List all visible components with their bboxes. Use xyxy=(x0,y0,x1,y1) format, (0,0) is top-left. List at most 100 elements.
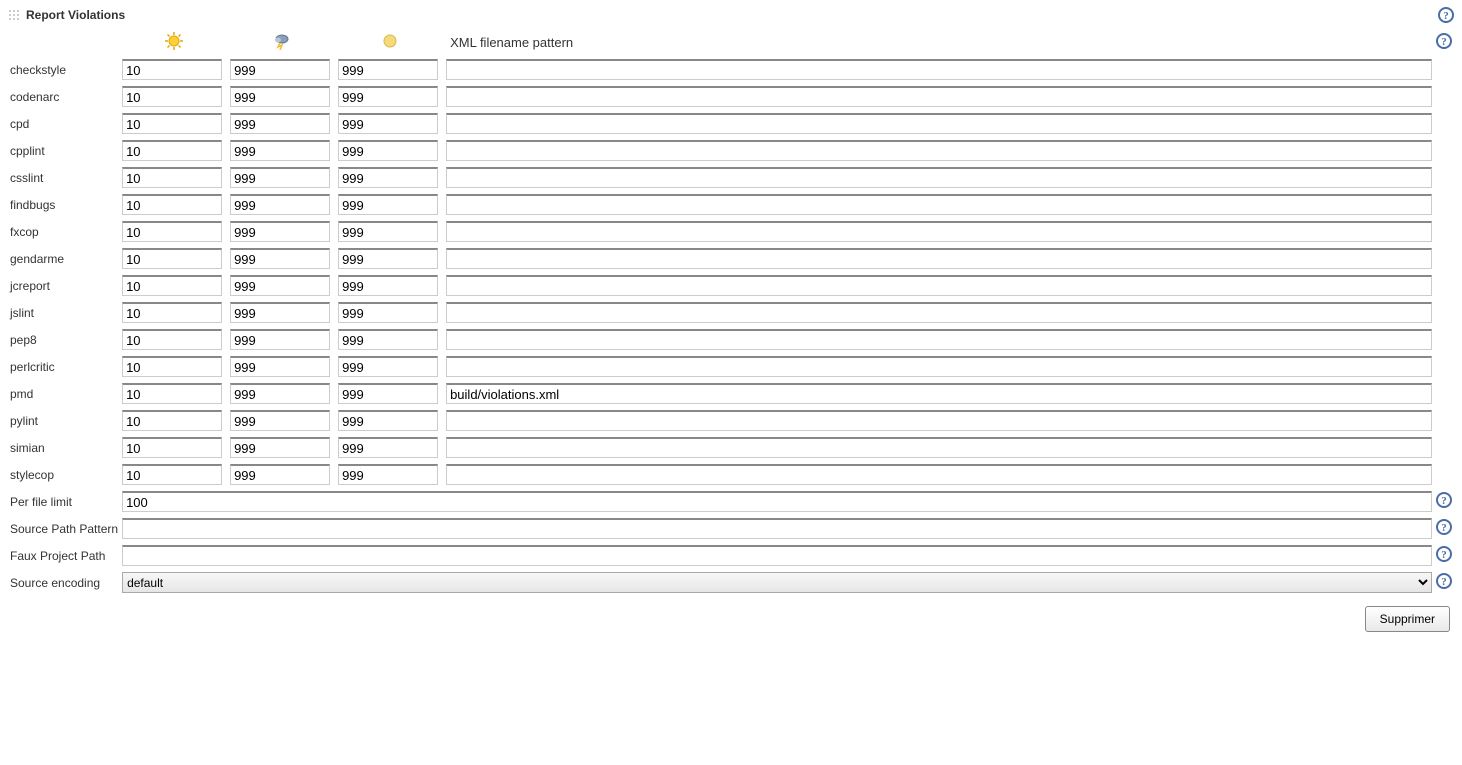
unstable-threshold-input[interactable] xyxy=(338,248,438,269)
unstable-threshold-input[interactable] xyxy=(338,464,438,485)
xml-pattern-input[interactable] xyxy=(446,410,1432,431)
tool-name-label: simian xyxy=(8,434,120,461)
unstable-threshold-input[interactable] xyxy=(338,167,438,188)
sunny-threshold-input[interactable] xyxy=(122,383,222,404)
source-encoding-label: Source encoding xyxy=(8,569,120,596)
stormy-threshold-input[interactable] xyxy=(230,302,330,323)
xml-pattern-input[interactable] xyxy=(446,194,1432,215)
tool-name-label: jcreport xyxy=(8,272,120,299)
xml-pattern-input[interactable] xyxy=(446,248,1432,269)
sunny-threshold-input[interactable] xyxy=(122,356,222,377)
stormy-threshold-input[interactable] xyxy=(230,86,330,107)
xml-pattern-input[interactable] xyxy=(446,86,1432,107)
faux-project-path-input[interactable] xyxy=(122,545,1432,566)
unstable-threshold-input[interactable] xyxy=(338,437,438,458)
sunny-threshold-input[interactable] xyxy=(122,410,222,431)
tool-name-label: checkstyle xyxy=(8,56,120,83)
stormy-threshold-input[interactable] xyxy=(230,410,330,431)
source-path-pattern-input[interactable] xyxy=(122,518,1432,539)
stormy-threshold-input[interactable] xyxy=(230,383,330,404)
stormy-threshold-input[interactable] xyxy=(230,59,330,80)
table-row: pylint xyxy=(8,407,1454,434)
sunny-threshold-input[interactable] xyxy=(122,464,222,485)
source-path-pattern-label: Source Path Pattern xyxy=(8,515,120,542)
help-icon[interactable] xyxy=(1436,546,1452,562)
stormy-threshold-input[interactable] xyxy=(230,248,330,269)
stormy-threshold-input[interactable] xyxy=(230,194,330,215)
unstable-threshold-input[interactable] xyxy=(338,356,438,377)
sunny-threshold-input[interactable] xyxy=(122,140,222,161)
stormy-threshold-input[interactable] xyxy=(230,167,330,188)
unstable-threshold-input[interactable] xyxy=(338,140,438,161)
help-icon[interactable] xyxy=(1436,33,1452,49)
delete-button[interactable]: Supprimer xyxy=(1365,606,1450,632)
xml-pattern-input[interactable] xyxy=(446,356,1432,377)
table-row: jcreport xyxy=(8,272,1454,299)
table-row: csslint xyxy=(8,164,1454,191)
table-row: cpplint xyxy=(8,137,1454,164)
xml-pattern-header: XML filename pattern xyxy=(444,29,1434,56)
stormy-threshold-input[interactable] xyxy=(230,221,330,242)
stormy-threshold-input[interactable] xyxy=(230,275,330,296)
sunny-threshold-input[interactable] xyxy=(122,437,222,458)
xml-pattern-input[interactable] xyxy=(446,437,1432,458)
stormy-threshold-input[interactable] xyxy=(230,329,330,350)
stormy-threshold-input[interactable] xyxy=(230,437,330,458)
tool-name-label: jslint xyxy=(8,299,120,326)
sunny-threshold-input[interactable] xyxy=(122,302,222,323)
table-row: checkstyle xyxy=(8,56,1454,83)
unstable-threshold-input[interactable] xyxy=(338,221,438,242)
sunny-threshold-input[interactable] xyxy=(122,167,222,188)
table-row: findbugs xyxy=(8,191,1454,218)
unstable-threshold-input[interactable] xyxy=(338,410,438,431)
xml-pattern-input[interactable] xyxy=(446,113,1432,134)
xml-pattern-input[interactable] xyxy=(446,302,1432,323)
sunny-threshold-input[interactable] xyxy=(122,86,222,107)
source-encoding-select[interactable]: default xyxy=(122,572,1432,593)
table-row: perlcritic xyxy=(8,353,1454,380)
unstable-threshold-input[interactable] xyxy=(338,302,438,323)
stormy-threshold-input[interactable] xyxy=(230,356,330,377)
stormy-threshold-input[interactable] xyxy=(230,464,330,485)
help-icon[interactable] xyxy=(1436,573,1452,589)
per-file-limit-input[interactable] xyxy=(122,491,1432,512)
help-icon[interactable] xyxy=(1436,519,1452,535)
stormy-threshold-input[interactable] xyxy=(230,140,330,161)
sunny-threshold-input[interactable] xyxy=(122,194,222,215)
section-title: Report Violations xyxy=(26,8,125,22)
unstable-threshold-input[interactable] xyxy=(338,275,438,296)
table-row: simian xyxy=(8,434,1454,461)
sunny-threshold-input[interactable] xyxy=(122,113,222,134)
sunny-threshold-input[interactable] xyxy=(122,329,222,350)
unstable-threshold-input[interactable] xyxy=(338,86,438,107)
unstable-threshold-input[interactable] xyxy=(338,194,438,215)
xml-pattern-input[interactable] xyxy=(446,275,1432,296)
xml-pattern-input[interactable] xyxy=(446,167,1432,188)
unstable-threshold-input[interactable] xyxy=(338,113,438,134)
table-row: codenarc xyxy=(8,83,1454,110)
sunny-threshold-input[interactable] xyxy=(122,221,222,242)
sunny-threshold-input[interactable] xyxy=(122,59,222,80)
drag-handle-icon[interactable] xyxy=(8,9,20,21)
xml-pattern-input[interactable] xyxy=(446,140,1432,161)
sunny-threshold-input[interactable] xyxy=(122,275,222,296)
sunny-threshold-icon xyxy=(165,32,183,50)
stormy-threshold-input[interactable] xyxy=(230,113,330,134)
xml-pattern-input[interactable] xyxy=(446,464,1432,485)
per-file-limit-label: Per file limit xyxy=(8,488,120,515)
xml-pattern-input[interactable] xyxy=(446,221,1432,242)
xml-pattern-input[interactable] xyxy=(446,383,1432,404)
sunny-threshold-input[interactable] xyxy=(122,248,222,269)
unstable-threshold-icon xyxy=(381,32,399,50)
table-row: fxcop xyxy=(8,218,1454,245)
help-icon[interactable] xyxy=(1438,7,1454,23)
table-row: pep8 xyxy=(8,326,1454,353)
tool-name-label: pmd xyxy=(8,380,120,407)
unstable-threshold-input[interactable] xyxy=(338,383,438,404)
xml-pattern-input[interactable] xyxy=(446,59,1432,80)
tool-name-label: fxcop xyxy=(8,218,120,245)
xml-pattern-input[interactable] xyxy=(446,329,1432,350)
help-icon[interactable] xyxy=(1436,492,1452,508)
unstable-threshold-input[interactable] xyxy=(338,329,438,350)
unstable-threshold-input[interactable] xyxy=(338,59,438,80)
